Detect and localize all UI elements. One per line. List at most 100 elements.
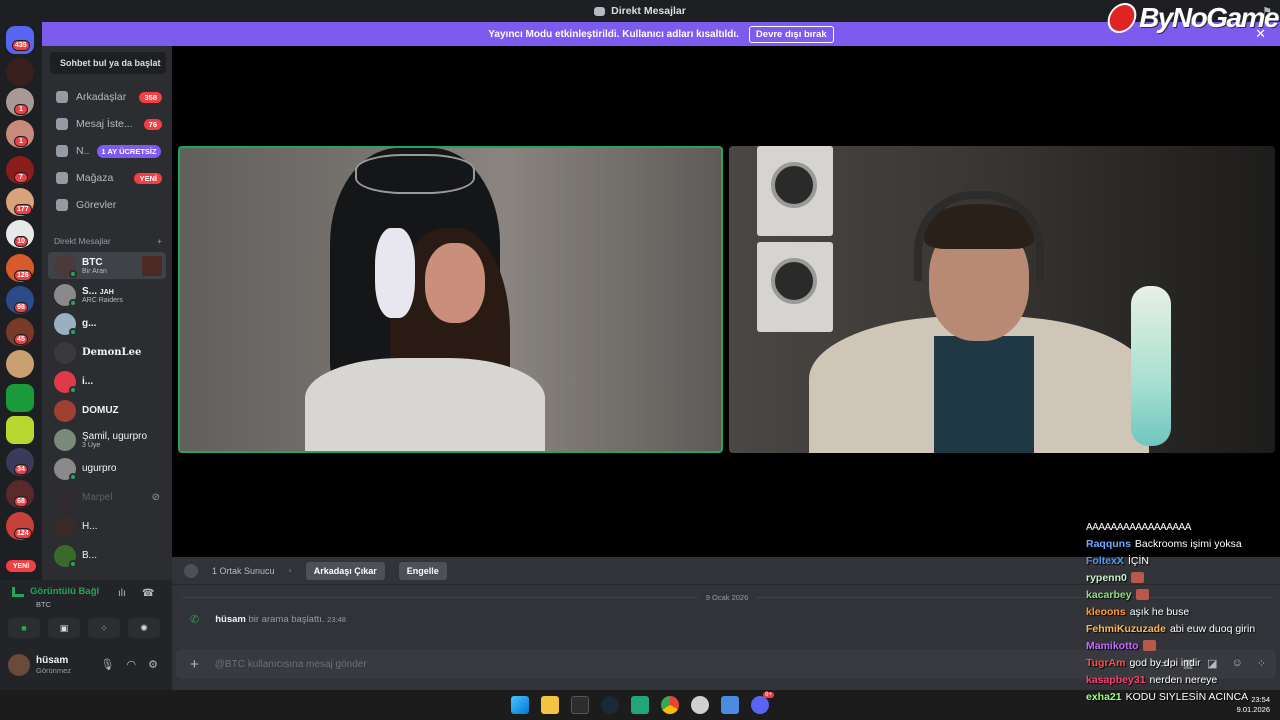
start-menu-icon[interactable] xyxy=(511,696,529,714)
chat-emote-icon xyxy=(1142,640,1156,651)
chrome-icon[interactable] xyxy=(661,696,679,714)
chat-message: aşık he buse xyxy=(1129,605,1190,618)
server-badge: 177 xyxy=(14,204,32,215)
camera-button[interactable]: ■ xyxy=(8,618,40,638)
banner-text: Yayıncı Modu etkinleştirildi. Kullanıcı … xyxy=(488,28,739,40)
terminal-icon[interactable] xyxy=(571,696,589,714)
dm-header-label: Direkt Mesajlar xyxy=(54,236,111,246)
dm-item-btc[interactable]: BTC Bir Aran xyxy=(48,252,166,279)
server-icon[interactable] xyxy=(6,58,34,86)
create-dm-icon[interactable]: + xyxy=(157,236,162,246)
chat-emote-icon xyxy=(1130,572,1144,583)
call-author[interactable]: hüsam xyxy=(215,614,246,625)
call-time: 23:48 xyxy=(327,615,346,624)
chat-username: FoltexX xyxy=(1086,554,1124,567)
nav-label: Mesaj İste... xyxy=(76,118,133,130)
video-tile-husam[interactable] xyxy=(729,146,1275,453)
chat-message: İÇİN xyxy=(1127,554,1149,567)
disconnect-icon[interactable]: ☎ xyxy=(142,588,154,600)
microphone-icon[interactable]: 🎙 xyxy=(101,658,115,671)
nav-quests[interactable]: Görevler xyxy=(48,192,168,218)
nav-nitro[interactable]: N.. 1 AY ÜCRETSİZ xyxy=(48,138,168,164)
dm-name: i... xyxy=(82,376,94,387)
whatsapp-icon[interactable] xyxy=(631,696,649,714)
chat-username: kasapbey31 xyxy=(1086,673,1146,686)
video-tile-btc[interactable] xyxy=(178,146,723,453)
nav-label: Görevler xyxy=(76,199,117,211)
chat-line: Mamikotto xyxy=(1086,637,1280,654)
settings-app-icon[interactable] xyxy=(691,696,709,714)
dm-item[interactable]: g... xyxy=(48,310,166,337)
nav-label: Mağaza xyxy=(76,172,114,184)
dm-name: S... JAH xyxy=(82,285,114,297)
screen-share-button[interactable]: ▣ xyxy=(48,618,80,638)
nav-shop[interactable]: Mağaza YENİ xyxy=(48,165,168,191)
requests-badge: 76 xyxy=(143,118,162,130)
dryer-door xyxy=(771,258,817,304)
headphones-icon[interactable]: ◠ xyxy=(127,658,137,671)
participant-body xyxy=(305,358,545,451)
server-icon[interactable] xyxy=(6,350,34,378)
dm-name: g... xyxy=(82,318,97,329)
dm-item[interactable]: H... xyxy=(48,513,166,540)
file-explorer-icon[interactable] xyxy=(541,696,559,714)
call-text: bir arama başlattı. xyxy=(248,614,325,625)
remove-friend-button[interactable]: Arkadaşı Çıkar xyxy=(305,561,385,580)
avatar xyxy=(54,457,77,481)
find-conversation-button[interactable]: Sohbet bul ya da başlat xyxy=(50,52,166,74)
envelope-icon xyxy=(56,118,68,130)
dm-item-group[interactable]: Şamil, ugurpro 3 Üye xyxy=(48,426,166,453)
chat-line: Raqquns Backrooms işimi yoksa xyxy=(1086,535,1280,552)
dm-item[interactable]: DOMUZ xyxy=(48,397,166,424)
streamer-mode-banner: Yayıncı Modu etkinleştirildi. Kullanıcı … xyxy=(42,22,1280,46)
discord-taskbar-icon[interactable]: 9+ xyxy=(751,692,774,714)
soundboard-icon[interactable]: ılı xyxy=(118,588,130,600)
user-controls: 🎙 ◠ ⚙ xyxy=(101,658,158,671)
disable-streamer-mode-button[interactable]: Devre dışı bırak xyxy=(748,25,834,43)
chat-line: rypenn0 xyxy=(1086,569,1280,586)
voice-actions: ■ ▣ ⁘ ✺ xyxy=(8,618,160,638)
dm-badge: 1 xyxy=(14,104,28,115)
chat-message: nerden nereye xyxy=(1149,673,1218,686)
dryer xyxy=(757,242,833,332)
attach-plus-icon[interactable]: + xyxy=(190,656,199,673)
dm-item[interactable]: ugurpro xyxy=(48,455,166,482)
window-title-text: Direkt Mesajlar xyxy=(611,5,686,17)
server-badge: 124 xyxy=(14,528,32,539)
settings-gear-icon[interactable]: ⚙ xyxy=(148,658,158,671)
stream-chat-overlay: AAAAAAAAAAAAAAAAA Raqquns Backrooms işimi… xyxy=(1086,522,1280,714)
chat-username: FehmiKuzuzade xyxy=(1086,622,1166,635)
dm-item[interactable]: B... xyxy=(48,542,166,569)
mutual-servers[interactable]: 1 Ortak Sunucu xyxy=(212,566,275,576)
dm-item[interactable]: S... JAH ARC Raiders xyxy=(48,281,166,308)
message-input[interactable] xyxy=(214,658,815,670)
nav-message-requests[interactable]: Mesaj İste... 76 xyxy=(48,111,168,137)
chat-username: kleoons xyxy=(1086,605,1126,618)
nav-friends[interactable]: Arkadaşlar 358 xyxy=(48,84,168,110)
status-dot xyxy=(69,472,77,481)
dm-name: H... xyxy=(82,521,98,532)
server-badge: 10 xyxy=(14,236,28,247)
user-panel[interactable]: hüsam Görünmez xyxy=(8,654,71,676)
nav-label: N.. xyxy=(76,145,90,157)
dm-item[interactable]: i... xyxy=(48,368,166,395)
status-dot xyxy=(69,385,77,394)
soundboard-button[interactable]: ✺ xyxy=(128,618,160,638)
phone-icon: ✆ xyxy=(190,614,200,626)
chat-message: abi euw duoq girin xyxy=(1169,622,1256,635)
voice-status: Görüntülü Bağl xyxy=(12,586,99,597)
block-button[interactable]: Engelle xyxy=(398,561,447,580)
steam-icon[interactable] xyxy=(601,696,619,714)
server-icon[interactable] xyxy=(6,384,34,412)
server-icon[interactable] xyxy=(6,416,34,444)
server-badge: 34 xyxy=(14,464,28,475)
dm-name: Şamil, ugurpro xyxy=(82,430,148,442)
app-icon[interactable] xyxy=(721,696,739,714)
brand-watermark: ByNoGame xyxy=(1104,0,1279,36)
dm-badge: 1 xyxy=(14,136,28,147)
activities-button[interactable]: ⁘ xyxy=(88,618,120,638)
dm-item[interactable]: DemonLee xyxy=(48,339,166,366)
dm-item[interactable]: Marpel ⊘ xyxy=(48,484,166,511)
status-dot xyxy=(69,559,77,568)
headset xyxy=(914,191,1044,281)
